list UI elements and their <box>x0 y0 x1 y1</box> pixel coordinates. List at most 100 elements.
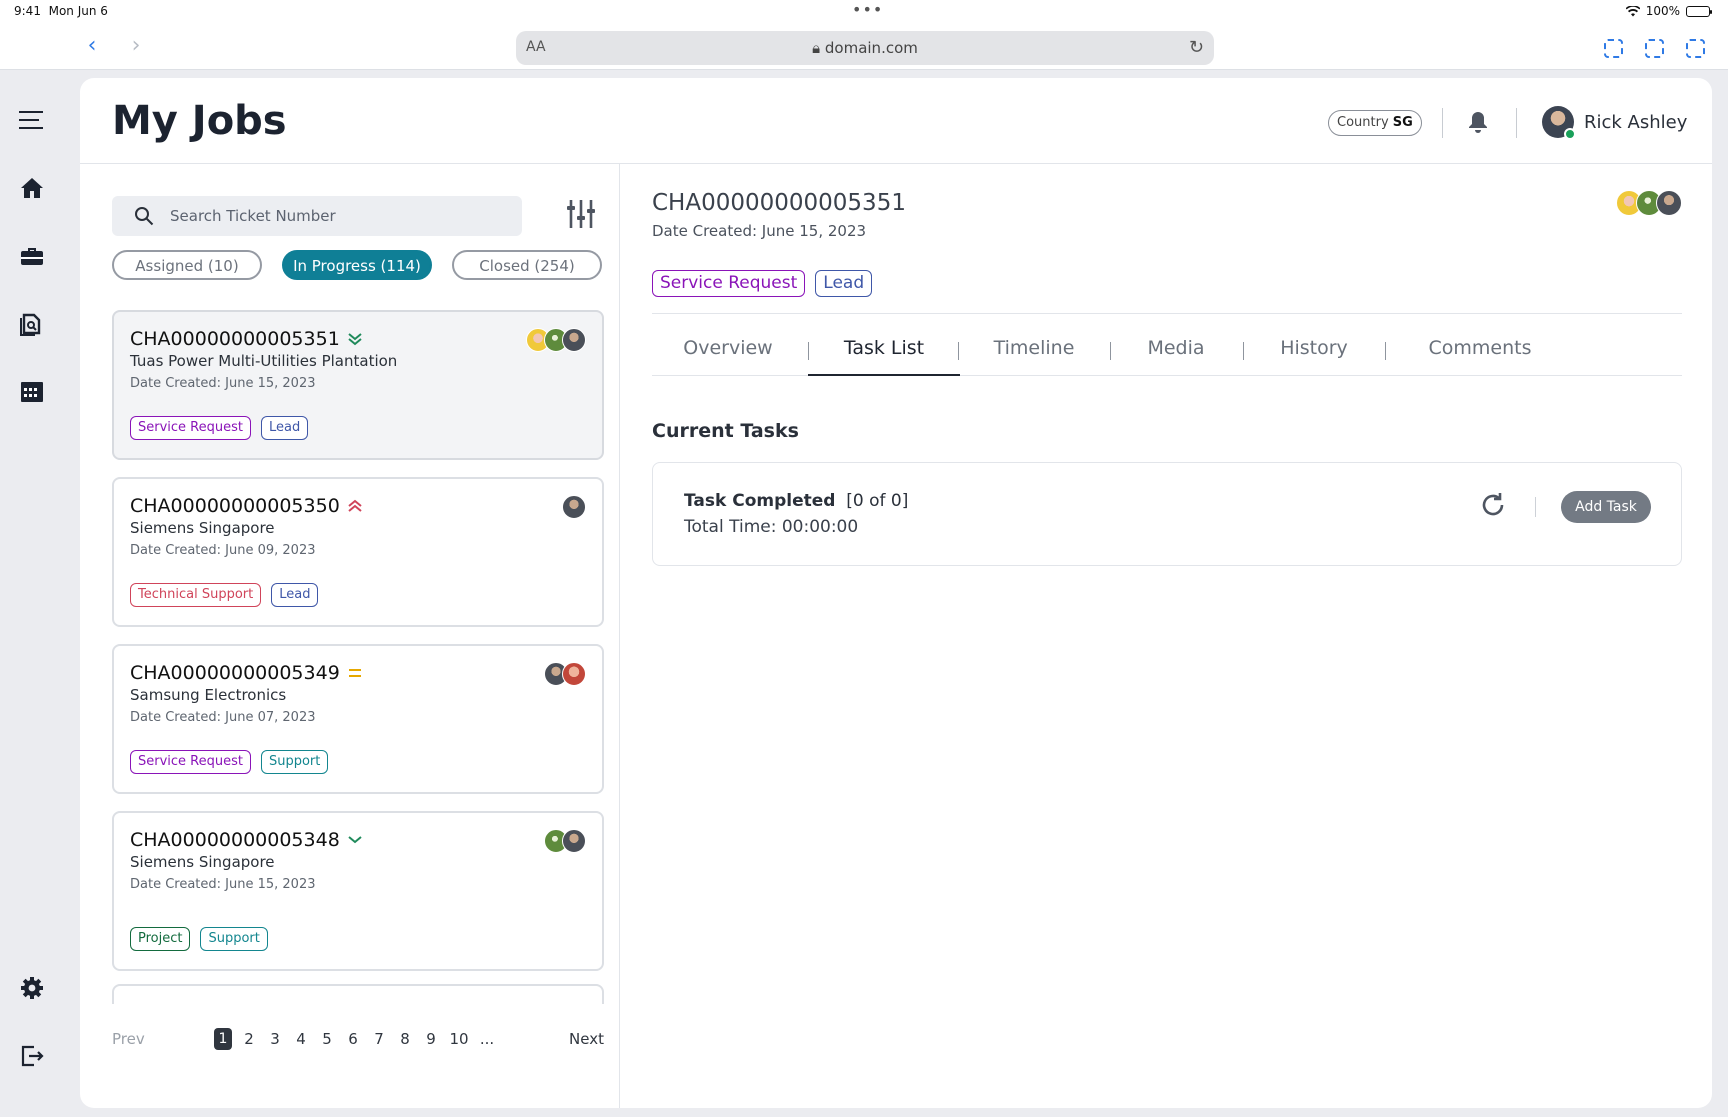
double-chevron-down-icon <box>348 333 362 346</box>
reload-icon[interactable]: ↻ <box>1189 37 1204 58</box>
settings-gear-icon[interactable] <box>18 974 46 1002</box>
avatar <box>562 662 586 686</box>
ticket-list-overflow <box>80 984 620 1004</box>
nav-rail <box>0 70 64 1117</box>
share-icon[interactable] <box>1645 39 1664 58</box>
detail-date: Date Created: June 15, 2023 <box>652 222 867 240</box>
ticket-id: CHA00000000005350 <box>130 495 340 517</box>
hamburger-menu-icon[interactable] <box>18 106 46 134</box>
tab-task-list[interactable]: Task List <box>808 320 960 376</box>
search-input[interactable]: Search Ticket Number <box>112 196 522 236</box>
task-divider <box>1535 497 1536 517</box>
page-button[interactable]: 4 <box>288 1028 314 1050</box>
detail-ticket-id: CHA00000000005351 <box>652 190 906 216</box>
logout-icon[interactable] <box>18 1042 46 1070</box>
add-task-button[interactable]: Add Task <box>1561 491 1651 523</box>
filter-closed[interactable]: Closed (254) <box>452 250 602 280</box>
ticket-id: CHA00000000005349 <box>130 662 340 684</box>
next-page-button[interactable]: Next <box>569 1030 604 1048</box>
forward-icon[interactable]: › <box>124 34 148 58</box>
notification-bell-icon[interactable] <box>1468 110 1492 136</box>
briefcase-icon[interactable] <box>18 242 46 270</box>
page-button[interactable]: 8 <box>392 1028 418 1050</box>
tabs-overview-icon[interactable] <box>1686 39 1705 58</box>
back-icon[interactable]: ‹ <box>80 34 104 58</box>
page-button[interactable]: 9 <box>418 1028 444 1050</box>
tab-comments[interactable]: Comments <box>1385 320 1575 376</box>
ticket-detail-pane: CHA00000000005351 Date Created: June 15,… <box>621 164 1712 1108</box>
total-time: Total Time: 00:00:00 <box>684 517 859 537</box>
user-name[interactable]: Rick Ashley <box>1584 112 1687 133</box>
search-placeholder: Search Ticket Number <box>170 207 336 225</box>
user-avatar[interactable] <box>1542 106 1576 140</box>
pagination: Prev 1 2 3 4 5 6 7 8 9 10 ... Next <box>112 1028 604 1052</box>
detail-tabs: Overview Task List Timeline Media Histor… <box>652 320 1682 376</box>
tag: Project <box>130 927 191 951</box>
tag: Lead <box>260 416 309 440</box>
calendar-icon[interactable] <box>18 378 46 406</box>
avatar <box>562 829 586 853</box>
main-card: My Jobs Country SG Rick Ashley Search Ti… <box>80 78 1712 1108</box>
tab-timeline[interactable]: Timeline <box>958 320 1110 376</box>
ticket-date: Date Created: June 15, 2023 <box>130 877 316 892</box>
ticket-id: CHA00000000005348 <box>130 829 340 851</box>
section-title: Current Tasks <box>652 420 799 442</box>
prev-page-button[interactable]: Prev <box>112 1030 145 1048</box>
search-icon <box>135 207 154 226</box>
battery-icon <box>1686 5 1712 17</box>
page-button[interactable]: 2 <box>236 1028 262 1050</box>
country-selector[interactable]: Country SG <box>1328 110 1422 136</box>
status-right: 100% <box>1625 4 1712 18</box>
ticket-card[interactable] <box>112 984 604 1004</box>
filter-sliders-icon[interactable] <box>565 198 597 230</box>
detail-assignee-avatars <box>1616 190 1682 216</box>
header-divider <box>1442 108 1443 138</box>
page-button[interactable]: 3 <box>262 1028 288 1050</box>
assignee-avatars <box>544 662 586 686</box>
page-button-current[interactable]: 1 <box>214 1028 232 1050</box>
ticket-date: Date Created: June 15, 2023 <box>130 376 316 391</box>
ticket-card[interactable]: CHA00000000005348 Siemens Singapore Date… <box>112 811 604 971</box>
ticket-card[interactable]: CHA00000000005350 Siemens Singapore Date… <box>112 477 604 627</box>
tab-media[interactable]: Media <box>1110 320 1242 376</box>
ticket-card[interactable]: CHA00000000005351 Tuas Power Multi-Utili… <box>112 310 604 460</box>
assignee-avatars <box>544 829 586 853</box>
online-status-indicator <box>1564 128 1576 140</box>
page-button[interactable]: 7 <box>366 1028 392 1050</box>
ticket-list-pane: Search Ticket Number Assigned (10) In Pr… <box>80 164 620 1108</box>
tag: Service Request <box>652 270 806 297</box>
sidebar-toggle-icon[interactable] <box>1604 39 1623 58</box>
filter-in-progress[interactable]: In Progress (114) <box>282 250 432 280</box>
task-summary-card: Task Completed [0 of 0] Total Time: 00:0… <box>652 462 1682 566</box>
page-button[interactable]: 5 <box>314 1028 340 1050</box>
filter-assigned[interactable]: Assigned (10) <box>112 250 262 280</box>
home-icon[interactable] <box>18 174 46 202</box>
ticket-card[interactable]: CHA00000000005349 Samsung Electronics Da… <box>112 644 604 794</box>
tab-overview[interactable]: Overview <box>652 320 804 376</box>
assignee-avatars <box>562 495 586 519</box>
address-bar[interactable]: AA 🔒︎ domain.com ↻ <box>516 31 1214 65</box>
document-search-icon[interactable] <box>18 310 46 338</box>
multitask-dots-icon[interactable]: ••• <box>852 0 883 19</box>
page-button[interactable]: 6 <box>340 1028 366 1050</box>
detail-divider <box>652 313 1682 314</box>
refresh-icon[interactable] <box>1479 491 1509 521</box>
wifi-icon <box>1625 5 1640 16</box>
tab-history[interactable]: History <box>1243 320 1385 376</box>
ticket-customer: Siemens Singapore <box>130 853 275 871</box>
equals-icon <box>349 669 361 677</box>
page-button[interactable]: 10 <box>444 1028 474 1050</box>
page-title: My Jobs <box>112 98 287 144</box>
ticket-tags: Service Request Lead <box>130 416 309 440</box>
ticket-customer: Samsung Electronics <box>130 686 287 704</box>
tag: Service Request <box>130 750 251 774</box>
tag: Support <box>200 927 268 951</box>
browser-toolbar: ‹ › AA 🔒︎ domain.com ↻ <box>0 24 1728 70</box>
ticket-tags: Technical Support Lead <box>130 583 319 607</box>
ticket-date: Date Created: June 09, 2023 <box>130 543 316 558</box>
ticket-customer: Siemens Singapore <box>130 519 275 537</box>
ticket-tags: Project Support <box>130 927 268 951</box>
battery-percent: 100% <box>1645 4 1680 18</box>
ticket-tags: Service Request Support <box>130 750 329 774</box>
double-chevron-up-icon <box>348 499 362 512</box>
